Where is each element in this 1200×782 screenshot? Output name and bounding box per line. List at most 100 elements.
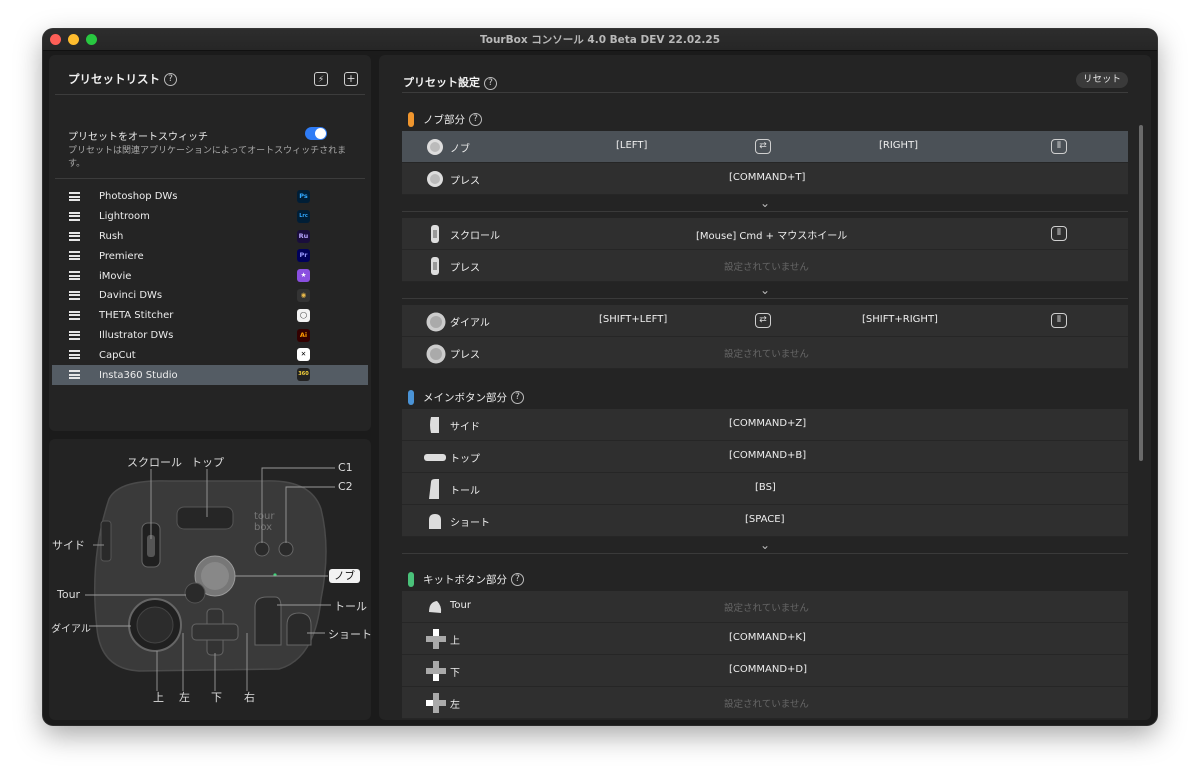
dpad-horizontal[interactable] [191, 623, 239, 641]
title-bar: TourBox コンソール 4.0 Beta DEV 22.02.25 [43, 29, 1157, 51]
preset-list-item[interactable]: Lightroom Lrc [52, 207, 368, 227]
drag-handle-icon[interactable] [69, 211, 80, 221]
swap-icon[interactable]: ⇄ [755, 139, 771, 154]
action-value[interactable]: [COMMAND+D] [729, 664, 807, 675]
right-action-value[interactable]: [SHIFT+RIGHT] [862, 314, 938, 325]
swap-icon[interactable]: ⇄ [755, 313, 771, 328]
help-icon[interactable]: ? [484, 76, 497, 90]
knob-inner [201, 562, 229, 590]
action-value[interactable]: [COMMAND+Z] [729, 418, 806, 429]
close-window-button[interactable] [50, 34, 61, 45]
tour-button-shape[interactable] [184, 582, 206, 604]
action-value[interactable]: 設定されていません [724, 600, 809, 614]
toggle-knob [315, 128, 326, 139]
reset-button[interactable]: リセット [1076, 72, 1128, 88]
preset-list-item[interactable]: Illustrator DWs Ai [52, 326, 368, 346]
drag-handle-icon[interactable] [69, 192, 80, 201]
row-name: 左 [450, 700, 460, 711]
side-button-shape[interactable] [100, 520, 112, 562]
chevron-down-icon[interactable]: ⌄ [402, 196, 1128, 212]
chevron-down-icon[interactable]: ⌄ [402, 538, 1128, 554]
drag-handle-icon[interactable] [69, 231, 80, 241]
knob-row[interactable]: ノブ [LEFT] ⇄ [RIGHT] ⦀ [402, 131, 1128, 163]
action-value[interactable]: [COMMAND+K] [729, 632, 806, 643]
scroll-row[interactable]: スクロール [Mouse] Cmd + マウスホイール ⦀ [402, 218, 1128, 250]
zoom-window-button[interactable] [86, 34, 97, 45]
preset-list-item[interactable]: Photoshop DWs Ps [52, 187, 368, 207]
auto-switch-toggle[interactable] [305, 127, 327, 140]
preset-list-item[interactable]: Davinci DWs ◉ [52, 286, 368, 306]
drag-handle-icon[interactable] [69, 310, 80, 320]
kit-rows: Tour 設定されていません 上 [COMMAND+K] 下 [COMMAND+… [402, 591, 1128, 719]
action-value[interactable]: [Mouse] Cmd + マウスホイール [696, 227, 847, 242]
scrollbar[interactable] [1139, 125, 1143, 461]
drag-handle-icon[interactable] [69, 271, 80, 281]
row-name: ダイアル [450, 318, 490, 329]
top-button-shape[interactable] [176, 506, 234, 530]
tall-row[interactable]: トール [BS] [402, 473, 1128, 505]
chevron-down-icon[interactable]: ⌄ [402, 283, 1128, 299]
preset-list-item[interactable]: Premiere Pr [52, 246, 368, 266]
dial-press-row[interactable]: プレス 設定されていません [402, 337, 1128, 369]
dial-row[interactable]: ダイアル [SHIFT+LEFT] ⇄ [SHIFT+RIGHT] ⦀ [402, 305, 1128, 337]
preset-list-item[interactable]: iMovie ★ [52, 266, 368, 286]
c1-button-shape[interactable] [254, 541, 270, 557]
plus-icon: + [346, 72, 356, 85]
tour-row[interactable]: Tour 設定されていません [402, 591, 1128, 623]
drag-handle-icon[interactable] [69, 350, 80, 360]
preset-list-item[interactable]: Insta360 Studio 360 [52, 365, 368, 385]
drag-handle-icon[interactable] [69, 290, 80, 300]
short-button-shape[interactable] [286, 612, 312, 646]
help-icon[interactable]: ? [164, 73, 177, 86]
action-value[interactable]: [BS] [755, 482, 776, 493]
scroll-press-row[interactable]: プレス 設定されていません [402, 250, 1128, 282]
minimize-window-button[interactable] [68, 34, 79, 45]
top-row[interactable]: トップ [COMMAND+B] [402, 441, 1128, 473]
up-row[interactable]: 上 [COMMAND+K] [402, 623, 1128, 655]
action-value[interactable]: 設定されていません [724, 346, 809, 360]
knob-label[interactable]: ノブ [329, 569, 360, 583]
left-action-value[interactable]: [SHIFT+LEFT] [599, 314, 667, 325]
knob-section-title: ノブ部分 [423, 114, 465, 126]
row-name: プレス [450, 176, 480, 187]
knob-press-row[interactable]: プレス [COMMAND+T] [402, 163, 1128, 195]
top-button-icon [424, 454, 446, 461]
lightning-icon: ⚡ [317, 75, 325, 85]
device-logo: box [254, 522, 272, 533]
left-row[interactable]: 左 設定されていません [402, 687, 1128, 719]
haptic-icon[interactable]: ⦀ [1051, 139, 1067, 154]
action-value[interactable]: 設定されていません [724, 259, 809, 273]
drag-handle-icon[interactable] [69, 330, 80, 340]
action-value[interactable]: [COMMAND+B] [729, 450, 806, 461]
c2-button-shape[interactable] [278, 541, 294, 557]
preset-list: Photoshop DWs Ps Lightroom Lrc Rush Ru Premier… [52, 187, 368, 385]
app-icon: Ai [297, 328, 310, 342]
haptic-icon[interactable]: ⦀ [1051, 313, 1067, 328]
help-icon[interactable]: ? [511, 391, 524, 404]
main-rows: サイド [COMMAND+Z] トップ [COMMAND+B] トール [BS]… [402, 409, 1128, 537]
knob-section-header: ノブ部分? [423, 112, 482, 127]
tall-button-shape[interactable] [254, 596, 282, 646]
help-icon[interactable]: ? [469, 113, 482, 126]
preset-name: Lightroom [99, 211, 150, 223]
up-label: 上 [153, 691, 164, 704]
quick-edit-button[interactable]: ⚡ [314, 72, 328, 86]
drag-handle-icon[interactable] [69, 370, 80, 380]
kit-section-marker [408, 572, 414, 587]
side-row[interactable]: サイド [COMMAND+Z] [402, 409, 1128, 441]
drag-handle-icon[interactable] [69, 251, 80, 261]
haptic-icon[interactable]: ⦀ [1051, 226, 1067, 241]
action-value[interactable]: 設定されていません [724, 696, 809, 710]
add-preset-button[interactable]: + [344, 72, 358, 86]
right-action-value[interactable]: [RIGHT] [879, 140, 918, 151]
action-value[interactable]: [SPACE] [745, 514, 785, 525]
preset-list-item[interactable]: THETA Stitcher ◯ [52, 306, 368, 326]
left-action-value[interactable]: [LEFT] [616, 140, 647, 151]
down-row[interactable]: 下 [COMMAND+D] [402, 655, 1128, 687]
preset-list-item[interactable]: CapCut ✕ [52, 345, 368, 365]
help-icon[interactable]: ? [511, 573, 524, 586]
short-row[interactable]: ショート [SPACE] [402, 505, 1128, 537]
preset-list-item[interactable]: Rush Ru [52, 227, 368, 247]
action-value[interactable]: [COMMAND+T] [729, 172, 805, 183]
short-label: ショート [328, 628, 372, 641]
